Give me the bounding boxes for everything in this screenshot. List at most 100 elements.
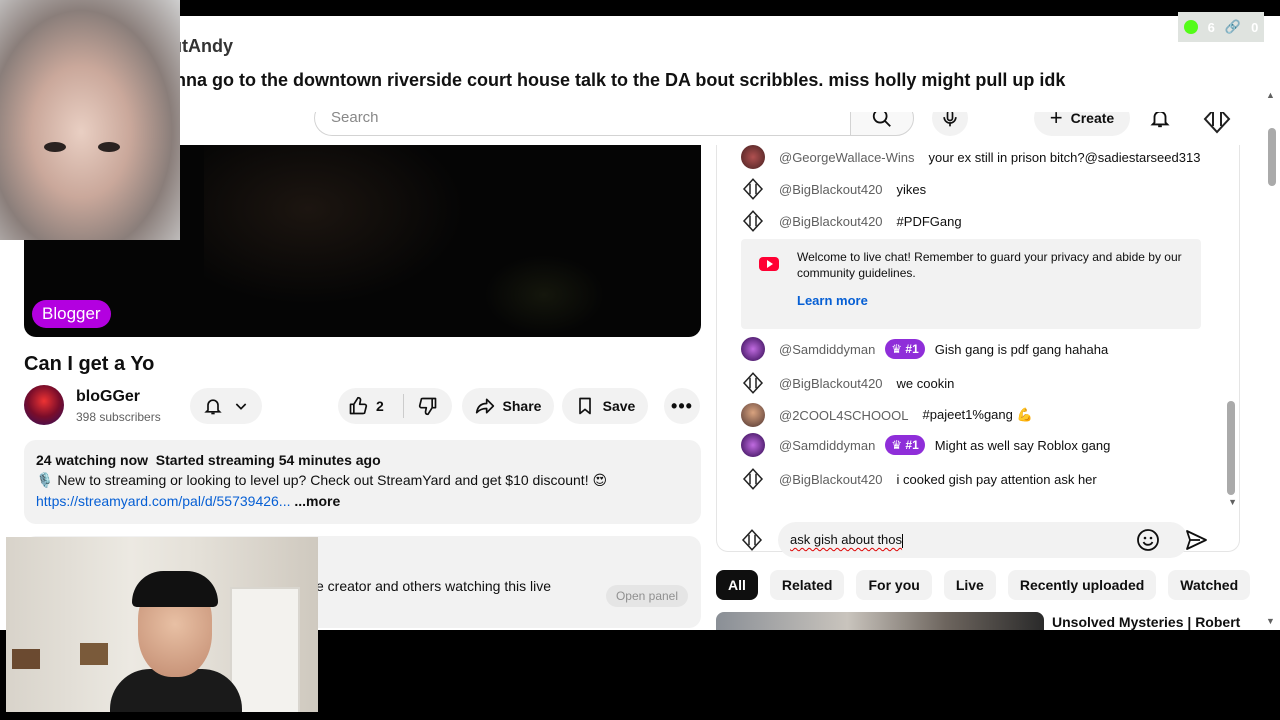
chip-watched[interactable]: Watched: [1168, 570, 1251, 600]
streamyard-link[interactable]: https://streamyard.com/pal/d/55739426...: [36, 493, 290, 509]
webcam-face-detail: [44, 142, 66, 152]
watching-count: 24 watching now: [36, 452, 149, 468]
chat-welcome-banner: Welcome to live chat! Remember to guard …: [741, 239, 1201, 329]
top-chatter-badge: ♛ #1: [885, 339, 925, 359]
dislike-button[interactable]: [404, 396, 452, 416]
chat-text: your ex still in prison bitch?@sadiestar…: [928, 149, 1201, 165]
chat-text: yikes: [896, 181, 927, 197]
promo-line: 🎙️ New to streaming or looking to level …: [36, 472, 689, 489]
promo-text: New to streaming or looking to level up?…: [57, 472, 608, 488]
wall-picture: [80, 643, 108, 665]
chat-author[interactable]: @2COOL4SCHOOOL: [779, 408, 909, 423]
chat-message: @Samdiddyman ♛ #1 Might as well say Robl…: [741, 433, 1110, 457]
diamond-logo-icon[interactable]: [741, 371, 765, 395]
chat-text: Might as well say Roblox gang: [934, 437, 1111, 453]
diamond-logo-icon[interactable]: [741, 467, 765, 491]
badge-rank: #1: [905, 342, 919, 356]
page-scroll-down-icon[interactable]: ▼: [1266, 616, 1275, 626]
chat-text: i cooked gish pay attention ask her: [896, 471, 1097, 487]
chat-avatar[interactable]: [741, 337, 765, 361]
crown-icon: ♛: [891, 438, 903, 452]
chat-avatar[interactable]: [741, 403, 765, 427]
bookmark-icon: [578, 397, 591, 415]
subscription-notify-button[interactable]: [190, 388, 262, 424]
webcam-face-detail: [98, 142, 120, 152]
chat-message: @Samdiddyman ♛ #1 Gish gang is pdf gang …: [741, 337, 1108, 361]
chat-message: @BigBlackout420 we cookin: [741, 371, 954, 395]
link-count: 0: [1251, 19, 1259, 35]
chip-recently-uploaded[interactable]: Recently uploaded: [1007, 570, 1157, 600]
share-icon: [475, 398, 494, 414]
chat-text: #PDFGang: [896, 213, 962, 229]
chat-author[interactable]: @GeorgeWallace-Wins: [779, 150, 915, 165]
viewer-count: 6: [1207, 19, 1215, 35]
background-door: [230, 587, 300, 712]
more-actions-button[interactable]: •••: [664, 388, 700, 424]
webcam-top-left: [0, 0, 180, 240]
save-button[interactable]: Save: [562, 388, 648, 424]
chat-author[interactable]: @Samdiddyman: [779, 342, 875, 357]
like-button[interactable]: 2: [338, 394, 404, 418]
link-line: https://streamyard.com/pal/d/55739426...…: [36, 493, 689, 509]
bell-icon: [204, 399, 222, 415]
blogger-badge: Blogger: [32, 300, 111, 328]
description-box[interactable]: 24 watching now Started streaming 54 min…: [24, 440, 701, 524]
like-count: 2: [376, 398, 384, 414]
chat-avatar[interactable]: [741, 145, 765, 169]
panel-text: e creator and others watching this live: [316, 578, 552, 594]
description-more-link[interactable]: ...more: [294, 493, 340, 509]
send-icon: [1186, 530, 1207, 550]
viewer-icon: [1183, 20, 1198, 34]
video-title: Can I get a Yo: [24, 353, 155, 375]
live-chat: @GeorgeWallace-Wins your ex still in pri…: [716, 145, 1240, 552]
chat-message-input[interactable]: ask gish about thos: [778, 522, 1188, 558]
chat-author[interactable]: @BigBlackout420: [779, 182, 883, 197]
chat-message: @2COOL4SCHOOOL #pajeet1%gang 💪: [741, 403, 1033, 427]
text-cursor: [902, 533, 904, 548]
page-scroll-up-icon[interactable]: ▲: [1266, 90, 1275, 100]
recommendation-filters: All Related For you Live Recently upload…: [716, 570, 1251, 600]
chat-scroll-down-icon[interactable]: ▼: [1228, 497, 1237, 507]
chip-live[interactable]: Live: [943, 570, 996, 600]
top-chatter-badge: ♛ #1: [885, 435, 925, 455]
chat-message: @BigBlackout420 i cooked gish pay attent…: [741, 467, 1097, 491]
chat-author[interactable]: @BigBlackout420: [779, 472, 883, 487]
recommendation-thumbnail[interactable]: [716, 612, 1044, 630]
channel-avatar[interactable]: [24, 385, 64, 425]
chat-author[interactable]: @BigBlackout420: [779, 376, 883, 391]
link-icon: 🔗: [1224, 19, 1242, 34]
chat-alert-banner: BlackoutAndy i am gonna go to the downto…: [16, 12, 1264, 112]
chat-author[interactable]: @BigBlackout420: [779, 214, 883, 229]
chip-for-you[interactable]: For you: [856, 570, 932, 600]
page-scrollbar[interactable]: [1268, 128, 1276, 186]
diamond-logo-icon[interactable]: [741, 209, 765, 233]
chat-scrollbar[interactable]: [1227, 401, 1235, 495]
webcam-bottom-left: [6, 537, 318, 712]
chip-related[interactable]: Related: [769, 570, 845, 600]
diamond-logo-icon: [740, 528, 764, 552]
subscriber-count: 398 subscribers: [76, 410, 161, 424]
like-dislike-group: 2: [338, 388, 452, 424]
emoji-button[interactable]: [1136, 528, 1160, 552]
stream-started: Started streaming 54 minutes ago: [155, 452, 381, 468]
chat-avatar[interactable]: [741, 433, 765, 457]
thumbs-down-icon: [418, 397, 437, 416]
chevron-down-icon: [235, 403, 247, 410]
crown-icon: ♛: [891, 342, 903, 356]
chip-all[interactable]: All: [716, 570, 758, 600]
alert-message: i am gonna go to the downtown riverside …: [112, 70, 1066, 90]
chat-text: #pajeet1%gang 💪: [922, 407, 1033, 422]
smiley-icon: [1137, 529, 1159, 551]
open-panel-button[interactable]: Open panel: [606, 585, 688, 607]
overlay-stats: 6 🔗 0: [1178, 12, 1264, 42]
chat-author[interactable]: @Samdiddyman: [779, 438, 875, 453]
create-label: Create: [1070, 110, 1115, 126]
diamond-logo-icon[interactable]: [741, 177, 765, 201]
recommendation-title[interactable]: Unsolved Mysteries | Robert: [1052, 614, 1240, 630]
channel-name[interactable]: bloGGer: [76, 388, 140, 406]
learn-more-link[interactable]: Learn more: [797, 293, 868, 308]
video-frame-detail: [484, 255, 604, 335]
welcome-text: Welcome to live chat! Remember to guard …: [797, 250, 1182, 280]
send-button[interactable]: [1184, 528, 1208, 552]
share-button[interactable]: Share: [462, 388, 554, 424]
